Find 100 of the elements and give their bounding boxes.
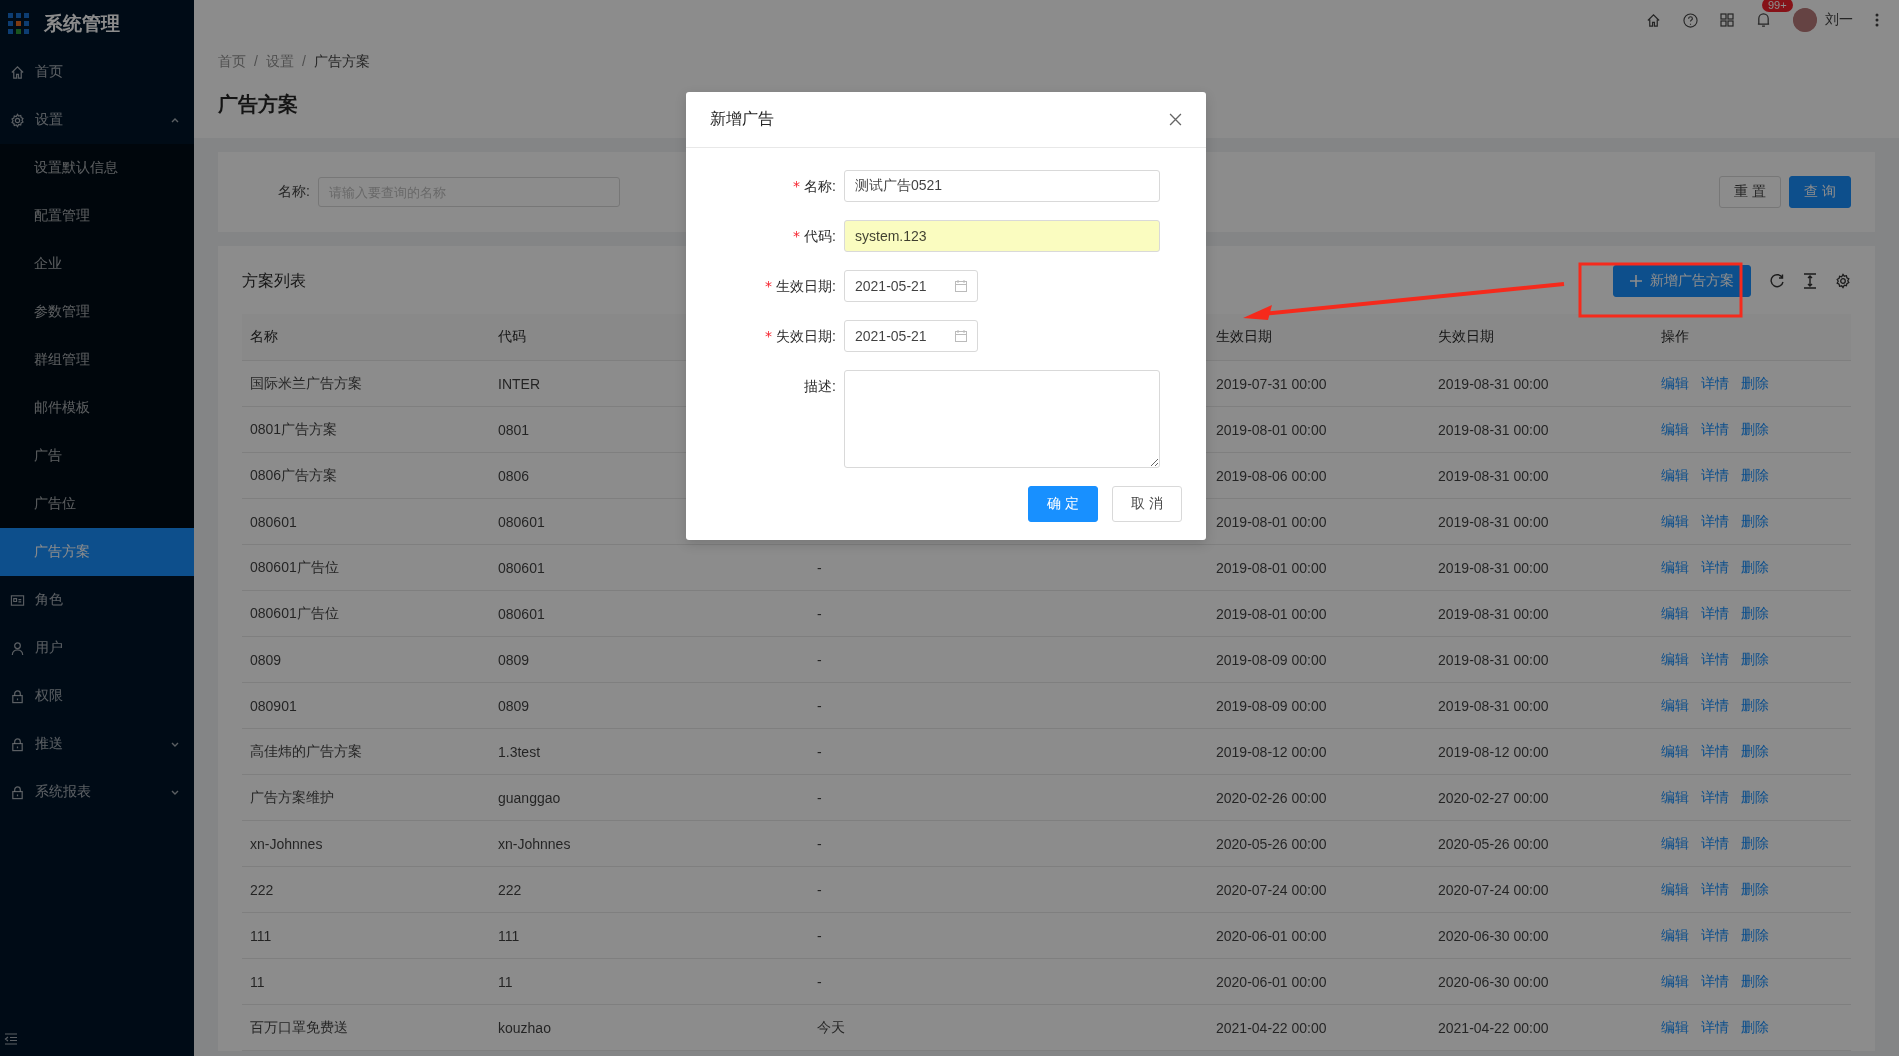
table-cell-text: 2020-07-24 00:00: [1437, 881, 1549, 898]
edit-link[interactable]: 编辑: [1661, 742, 1689, 761]
text-field[interactable]: 测试广告0521: [844, 170, 1160, 202]
user-name[interactable]: 刘一: [1825, 11, 1853, 29]
delete-link[interactable]: 删除: [1741, 650, 1769, 669]
table-cell-text: 0809: [497, 651, 530, 668]
delete-link[interactable]: 删除: [1741, 604, 1769, 623]
description-field[interactable]: [844, 370, 1160, 468]
delete-link[interactable]: 删除: [1741, 880, 1769, 899]
query-button[interactable]: 查 询: [1789, 176, 1851, 208]
edit-link[interactable]: 编辑: [1661, 374, 1689, 393]
add-button[interactable]: 新增广告方案: [1613, 265, 1751, 297]
sidebar-item[interactable]: 广告位: [0, 480, 194, 528]
cancel-button[interactable]: 取 消: [1112, 486, 1182, 522]
delete-link[interactable]: 删除: [1741, 374, 1769, 393]
table-cell-text: 2019-08-31 00:00: [1437, 467, 1549, 484]
edit-link[interactable]: 编辑: [1661, 834, 1689, 853]
table-cell-text: kouzhao: [497, 1019, 551, 1036]
sidebar-item[interactable]: 角色: [0, 576, 194, 624]
table-cell-text: 222: [497, 881, 522, 898]
edit-link[interactable]: 编辑: [1661, 466, 1689, 485]
home-button[interactable]: [1646, 12, 1661, 28]
avatar[interactable]: [1793, 8, 1817, 32]
sidebar-item[interactable]: 群组管理: [0, 336, 194, 384]
details-link[interactable]: 详情: [1701, 420, 1729, 439]
column-height-icon[interactable]: [1803, 273, 1817, 289]
edit-link[interactable]: 编辑: [1661, 604, 1689, 623]
table-cell-text: 2019-08-09 00:00: [1215, 697, 1327, 714]
reload-icon[interactable]: [1769, 273, 1785, 289]
sidebar-item[interactable]: 首页: [0, 48, 194, 96]
table-cell-text: 2019-08-01 00:00: [1215, 421, 1327, 438]
required-mark: *: [793, 228, 801, 244]
delete-link[interactable]: 删除: [1741, 420, 1769, 439]
sidebar-item[interactable]: 用户: [0, 624, 194, 672]
breadcrumb-item[interactable]: 首页: [218, 53, 246, 71]
sidebar-item[interactable]: 广告: [0, 432, 194, 480]
details-link[interactable]: 详情: [1701, 880, 1729, 899]
delete-link[interactable]: 删除: [1741, 926, 1769, 945]
settings-icon[interactable]: [1835, 273, 1851, 289]
edit-link[interactable]: 编辑: [1661, 972, 1689, 991]
edit-link[interactable]: 编辑: [1661, 880, 1689, 899]
delete-link[interactable]: 删除: [1741, 558, 1769, 577]
confirm-button[interactable]: 确 定: [1028, 486, 1099, 522]
reset-button[interactable]: 重 置: [1719, 176, 1782, 208]
delete-link[interactable]: 删除: [1741, 788, 1769, 807]
details-link[interactable]: 详情: [1701, 650, 1729, 669]
apps-icon[interactable]: [1720, 13, 1734, 27]
details-link[interactable]: 详情: [1701, 834, 1729, 853]
details-link[interactable]: 详情: [1701, 512, 1729, 531]
sidebar-item[interactable]: 设置默认信息: [0, 144, 194, 192]
edit-link[interactable]: 编辑: [1661, 926, 1689, 945]
sidebar-item[interactable]: 配置管理: [0, 192, 194, 240]
edit-link[interactable]: 编辑: [1661, 512, 1689, 531]
help-icon[interactable]: [1683, 12, 1698, 28]
sidebar-item[interactable]: 推送: [0, 720, 194, 768]
sidebar-item[interactable]: 系统报表: [0, 768, 194, 816]
table-cell-text: INTER: [497, 375, 540, 392]
details-link[interactable]: 详情: [1701, 1018, 1729, 1037]
details-link[interactable]: 详情: [1701, 466, 1729, 485]
details-link[interactable]: 详情: [1701, 558, 1729, 577]
logo-icon: [8, 13, 30, 35]
details-link[interactable]: 详情: [1701, 972, 1729, 991]
delete-link[interactable]: 删除: [1741, 972, 1769, 991]
bell-icon[interactable]: [1756, 12, 1771, 28]
sidebar-item[interactable]: 参数管理: [0, 288, 194, 336]
column-header: 名称: [249, 328, 278, 346]
table-cell-text: 百万口罩免费送: [249, 1018, 348, 1037]
details-link[interactable]: 详情: [1701, 374, 1729, 393]
sidebar-item[interactable]: 邮件模板: [0, 384, 194, 432]
breadcrumb-item[interactable]: 设置: [265, 53, 294, 71]
delete-link[interactable]: 删除: [1741, 512, 1769, 531]
details-link[interactable]: 详情: [1701, 742, 1729, 761]
sidebar-item[interactable]: 企业: [0, 240, 194, 288]
details-link[interactable]: 详情: [1701, 788, 1729, 807]
edit-link[interactable]: 编辑: [1661, 788, 1689, 807]
sidebar-item[interactable]: 广告方案: [0, 528, 194, 576]
table-cell-text: -: [816, 743, 822, 760]
sidebar-item[interactable]: 权限: [0, 672, 194, 720]
details-link[interactable]: 详情: [1701, 696, 1729, 715]
delete-link[interactable]: 删除: [1741, 1018, 1769, 1037]
close-icon[interactable]: [1169, 113, 1182, 126]
edit-link[interactable]: 编辑: [1661, 420, 1689, 439]
delete-link[interactable]: 删除: [1741, 696, 1769, 715]
details-link[interactable]: 详情: [1701, 604, 1729, 623]
more-icon[interactable]: [1875, 13, 1879, 27]
sidebar-item[interactable]: 设置: [0, 96, 194, 144]
date-picker[interactable]: 2021-05-21: [844, 320, 978, 352]
edit-link[interactable]: 编辑: [1661, 650, 1689, 669]
edit-link[interactable]: 编辑: [1661, 558, 1689, 577]
table-cell-text: 2019-08-12 00:00: [1437, 743, 1549, 760]
delete-link[interactable]: 删除: [1741, 834, 1769, 853]
app-title: 系统管理: [44, 12, 120, 36]
delete-link[interactable]: 删除: [1741, 742, 1769, 761]
edit-link[interactable]: 编辑: [1661, 1018, 1689, 1037]
text-field[interactable]: system.123: [844, 220, 1160, 252]
edit-link[interactable]: 编辑: [1661, 696, 1689, 715]
date-picker[interactable]: 2021-05-21: [844, 270, 978, 302]
details-link[interactable]: 详情: [1701, 926, 1729, 945]
table-cell-text: 2019-08-09 00:00: [1215, 651, 1327, 668]
delete-link[interactable]: 删除: [1741, 466, 1769, 485]
